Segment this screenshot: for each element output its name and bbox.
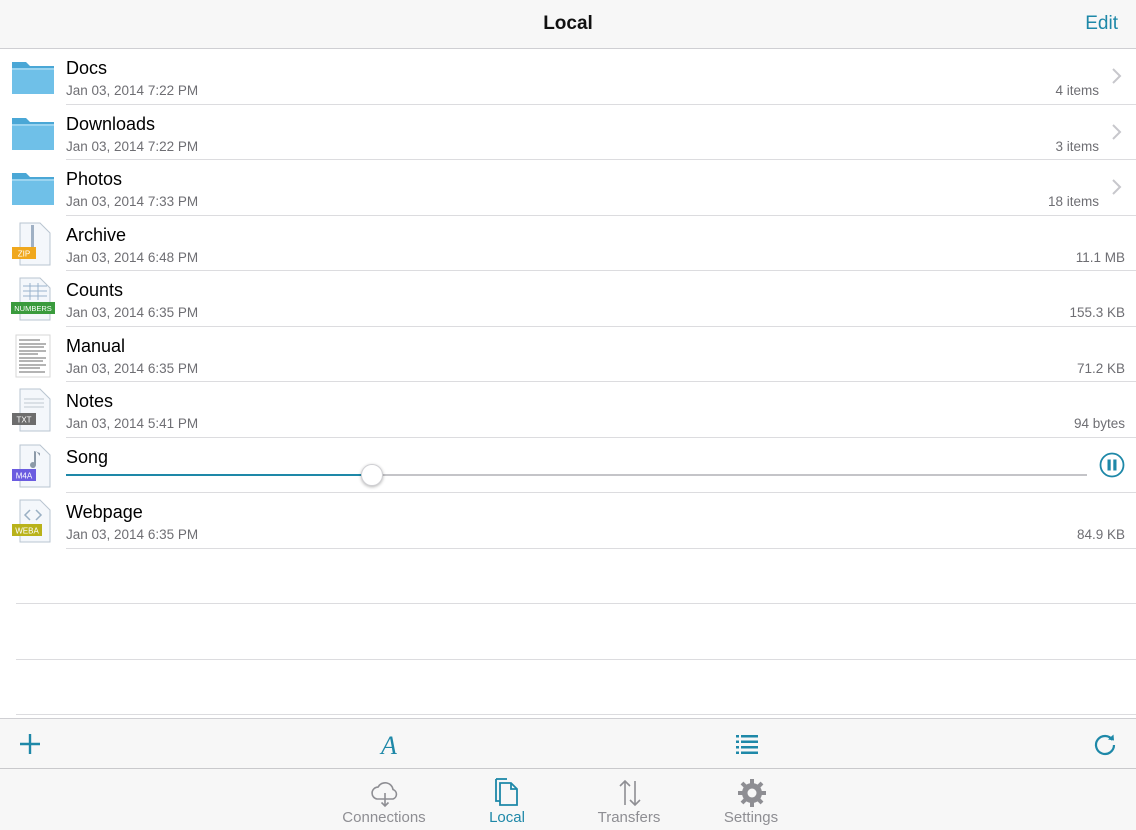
cloud-icon — [371, 781, 398, 808]
tab-settings[interactable]: Settings — [696, 769, 806, 830]
txt-file-icon: TXT — [12, 388, 51, 432]
file-row-song[interactable]: M4A Song — [0, 438, 1136, 494]
tab-label: Settings — [723, 809, 779, 826]
file-size: 94 bytes — [1073, 416, 1125, 431]
navigation-bar: Local Edit — [0, 0, 1136, 49]
file-row-photos[interactable]: Photos Jan 03, 2014 7:33 PM 18 items — [0, 160, 1136, 216]
item-count: 4 items — [1055, 83, 1099, 98]
file-type-badge: TXT — [16, 416, 31, 425]
folder-icon — [12, 117, 54, 150]
playback-slider-knob[interactable] — [361, 463, 384, 486]
file-date: Jan 03, 2014 6:35 PM — [66, 527, 199, 542]
file-date: Jan 03, 2014 7:22 PM — [66, 138, 199, 154]
empty-row — [0, 604, 1136, 660]
playback-slider[interactable] — [66, 463, 1087, 486]
file-date: Jan 03, 2014 6:35 PM — [66, 360, 199, 376]
chevron-right-icon — [1112, 179, 1122, 195]
svg-text:A: A — [379, 731, 397, 757]
file-row-counts[interactable]: NUMBERS Counts Jan 03, 2014 6:35 PM 155.… — [0, 271, 1136, 327]
file-list: Docs Jan 03, 2014 7:22 PM 4 items Downlo… — [0, 49, 1136, 718]
file-name: Downloads — [66, 113, 156, 134]
file-date: Jan 03, 2014 6:35 PM — [66, 305, 199, 320]
document-file-icon — [15, 334, 51, 377]
file-date: Jan 03, 2014 7:22 PM — [66, 83, 199, 98]
file-name: Archive — [66, 224, 127, 245]
chevron-right-icon — [1112, 68, 1122, 84]
file-row-downloads[interactable]: Downloads Jan 03, 2014 7:22 PM 3 items — [0, 105, 1136, 161]
local-files-icon — [495, 778, 518, 806]
empty-row — [0, 660, 1136, 716]
bottom-toolbar: A — [0, 718, 1136, 768]
file-name: Docs — [66, 58, 108, 78]
file-size: 71.2 KB — [1076, 360, 1125, 376]
plus-icon[interactable] — [17, 731, 43, 757]
item-count: 18 items — [1047, 194, 1099, 209]
file-name: Photos — [66, 169, 123, 189]
file-name: Notes — [66, 391, 114, 411]
tab-connections[interactable]: Connections — [329, 769, 439, 830]
folder-icon — [12, 173, 54, 205]
zip-file-icon: ZIP — [12, 222, 51, 265]
file-name: Song — [66, 446, 109, 467]
file-type-badge: M4A — [16, 471, 33, 480]
weba-file-icon: WEBA — [12, 499, 51, 543]
tab-transfers[interactable]: Transfers — [574, 769, 684, 830]
pause-icon[interactable] — [1099, 452, 1125, 478]
file-name: Manual — [66, 335, 126, 356]
list-icon[interactable] — [734, 731, 760, 757]
file-row-webpage[interactable]: WEBA Webpage Jan 03, 2014 6:35 PM 84.9 K… — [0, 493, 1136, 549]
file-date: Jan 03, 2014 6:48 PM — [66, 249, 199, 265]
file-row-docs[interactable]: Docs Jan 03, 2014 7:22 PM 4 items — [0, 49, 1136, 105]
edit-button[interactable]: Edit — [1085, 13, 1118, 35]
file-type-badge: WEBA — [15, 527, 39, 536]
empty-row — [0, 549, 1136, 605]
gear-icon — [738, 779, 766, 807]
file-date: Jan 03, 2014 5:41 PM — [66, 416, 199, 431]
file-date: Jan 03, 2014 7:33 PM — [66, 194, 199, 209]
chevron-right-icon — [1112, 123, 1122, 140]
folder-icon — [12, 62, 54, 94]
page-title: Local — [543, 13, 593, 34]
tab-label: Local — [489, 809, 525, 826]
file-size: 155.3 KB — [1069, 305, 1125, 320]
transfer-arrows-icon — [619, 779, 641, 807]
numbers-file-icon: NUMBERS — [11, 277, 55, 321]
m4a-file-icon: M4A — [12, 444, 51, 487]
file-type-badge: ZIP — [18, 249, 30, 258]
item-count: 3 items — [1055, 138, 1099, 154]
file-size: 11.1 MB — [1075, 249, 1125, 265]
file-name: Webpage — [66, 502, 143, 522]
tab-local[interactable]: Local — [452, 769, 562, 830]
file-type-badge: NUMBERS — [14, 304, 52, 313]
tab-bar: Connections Local Transfers Settings — [0, 768, 1136, 830]
file-row-archive[interactable]: ZIP Archive Jan 03, 2014 6:48 PM 11.1 MB — [0, 216, 1136, 272]
refresh-icon[interactable] — [1092, 731, 1118, 757]
playback-progress — [66, 473, 373, 476]
tab-label: Transfers — [597, 809, 661, 826]
file-name: Counts — [66, 280, 124, 300]
file-size: 84.9 KB — [1076, 527, 1125, 542]
file-row-notes[interactable]: TXT Notes Jan 03, 2014 5:41 PM 94 bytes — [0, 382, 1136, 438]
tab-label: Connections — [342, 809, 426, 826]
file-row-manual[interactable]: Manual Jan 03, 2014 6:35 PM 71.2 KB — [0, 327, 1136, 383]
font-icon[interactable]: A — [376, 731, 402, 757]
